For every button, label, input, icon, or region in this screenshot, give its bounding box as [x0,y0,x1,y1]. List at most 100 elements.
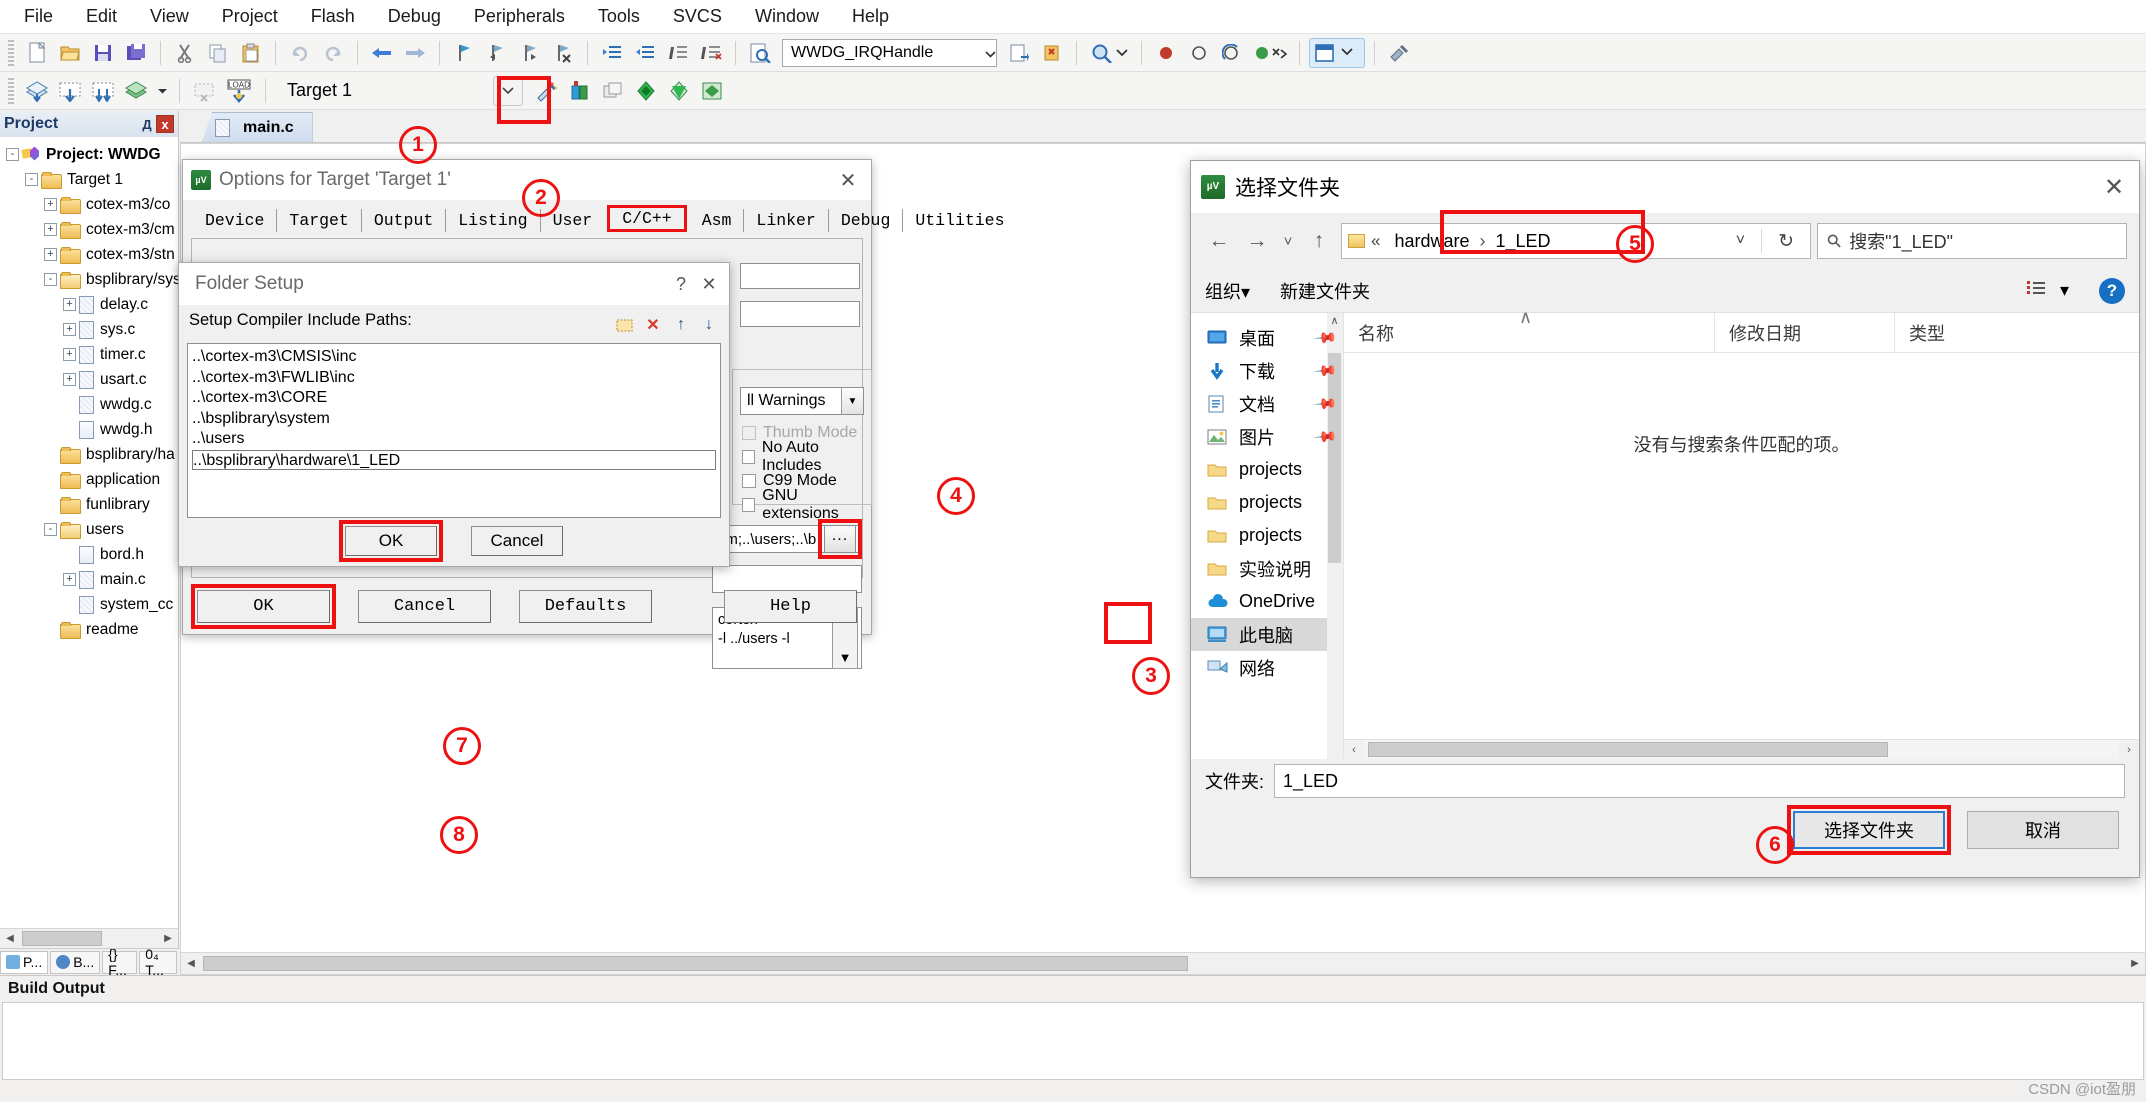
breadcrumb-bar[interactable]: « hardware › 1_LED ˅ ↻ [1341,223,1811,259]
list-item[interactable]: ..\users [192,429,720,450]
pin-icon[interactable]: Д [138,115,156,133]
breadcrumb-item-hardware[interactable]: hardware [1394,231,1469,252]
list-item[interactable]: ..\cortex-m3\CORE [192,388,720,409]
gnu-extensions-checkbox[interactable] [742,498,756,512]
nav-item-2[interactable]: 文档 📌 [1191,387,1343,420]
editor-scroll-left-icon[interactable]: ◀ [181,954,201,973]
view-mode-icon[interactable] [2026,279,2048,302]
tree-item[interactable]: wwdg.h [0,417,178,442]
cancel-button[interactable]: 取消 [1967,811,2119,849]
multi-project-icon[interactable] [598,76,628,106]
breadcrumb-dropdown-icon[interactable]: ˅ [1724,232,1757,250]
folder-setup-titlebar[interactable]: Folder Setup ? ✕ [179,263,729,305]
toolbar-grip[interactable] [8,39,14,66]
tree-expand-icon[interactable]: + [63,348,76,361]
batch-build-dropdown-icon[interactable] [154,76,170,106]
breadcrumb[interactable]: hardware › 1_LED [1384,229,1560,254]
breakpoint-kill-all-icon[interactable] [1250,38,1290,68]
tree-item[interactable]: + cotex-m3/co [0,192,178,217]
checkbox-row-no-auto-includes[interactable]: No Auto Includes [742,439,872,474]
tab-listing[interactable]: Listing [446,209,541,232]
menu-item-tools[interactable]: Tools [584,2,654,31]
tab-utilities[interactable]: Utilities [903,209,1016,232]
menu-item-view[interactable]: View [136,2,203,31]
tree-item[interactable]: + sys.c [0,317,178,342]
batch-build-icon[interactable] [121,76,151,106]
tree-expand-icon[interactable]: + [63,573,76,586]
new-file-icon[interactable] [22,38,52,68]
refresh-icon[interactable]: ↻ [1766,230,1806,253]
include-paths-browse-button[interactable]: ... [824,525,856,553]
bookmark-clear-icon[interactable] [548,38,578,68]
checkbox-row-gnu-extensions[interactable]: GNU extensions [742,487,872,522]
breakpoint-icon[interactable] [1151,38,1181,68]
download-icon[interactable]: LOAD [222,76,256,106]
target-combo[interactable]: Target 1 [275,77,490,105]
list-scroll-right-icon[interactable]: › [2119,740,2139,759]
list-scroll-left-icon[interactable]: ‹ [1344,740,1364,759]
tab-debug[interactable]: Debug [829,209,904,232]
window-layout-icon[interactable] [1309,37,1365,68]
translate-icon[interactable] [22,76,52,106]
zoom-icon[interactable] [1086,38,1132,68]
forward-icon[interactable]: → [1241,225,1273,257]
tree-item[interactable]: + timer.c [0,342,178,367]
folder-setup-ok-button[interactable]: OK [339,520,443,562]
column-header-modified[interactable]: 修改日期 [1714,313,1894,352]
tab-asm[interactable]: Asm [690,209,745,232]
nav-item-5[interactable]: projects [1191,486,1343,519]
stop-build-icon[interactable] [189,76,219,106]
target-options-3-icon[interactable] [697,76,727,106]
target-options-1-icon[interactable] [631,76,661,106]
cut-icon[interactable] [170,38,200,68]
list-hscroll-thumb[interactable] [1368,742,1888,757]
list-item[interactable]: ..\cortex-m3\FWLIB\inc [192,368,720,389]
breadcrumb-separator-icon[interactable]: › [1480,231,1486,252]
undo-icon[interactable] [285,38,315,68]
scroll-right-icon[interactable]: ▶ [158,929,178,948]
tab-c-cpp[interactable]: C/C++ [607,205,687,232]
redo-icon[interactable] [318,38,348,68]
tree-collapse-icon[interactable]: - [6,148,19,161]
list-item[interactable]: ..\cortex-m3\CMSIS\inc [192,347,720,368]
select-folder-button[interactable]: 选择文件夹 [1787,805,1951,855]
tree-item[interactable]: funlibrary [0,492,178,517]
new-folder-button[interactable]: 新建文件夹 [1280,278,1370,304]
include-paths-list[interactable]: ..\cortex-m3\CMSIS\inc ..\cortex-m3\FWLI… [187,343,721,518]
undefine-field[interactable] [740,301,860,327]
menu-item-flash[interactable]: Flash [297,2,369,31]
editor-scroll-right-icon[interactable]: ▶ [2125,954,2145,973]
thumb-mode-checkbox[interactable] [742,426,756,440]
no-auto-includes-checkbox[interactable] [742,450,755,464]
nav-scroll-thumb[interactable] [1328,353,1341,563]
manage-components-icon[interactable] [565,76,595,106]
nav-item-0[interactable]: 桌面 📌 [1191,321,1343,354]
uncomment-icon[interactable] [696,38,726,68]
select-folder-close-icon[interactable]: ✕ [2099,172,2129,202]
tab-books[interactable]: B... [50,950,101,974]
tree-item[interactable]: wwdg.c [0,392,178,417]
view-dropdown-icon[interactable]: ▾ [2060,280,2069,301]
nav-item-10[interactable]: 网络 [1191,651,1343,684]
options-cancel-button[interactable]: Cancel [358,589,491,623]
navigate-back-icon[interactable] [367,38,397,68]
bookmark-toggle-icon[interactable] [1037,38,1067,68]
insert-file-icon[interactable] [1004,38,1034,68]
options-defaults-button[interactable]: Defaults [519,589,652,623]
help-icon[interactable]: ? [667,270,695,298]
project-tree-hscrollbar[interactable]: ◀ ▶ [0,928,178,948]
organize-button[interactable]: 组织▾ [1205,278,1250,304]
options-ok-button[interactable]: OK [191,583,336,629]
tree-item[interactable]: readme [0,617,178,642]
search-input[interactable]: ⚲ 搜索"1_LED" [1817,223,2127,259]
tree-expand-icon[interactable]: + [44,248,57,261]
tree-expand-icon[interactable]: + [63,373,76,386]
menu-item-edit[interactable]: Edit [72,2,131,31]
tree-item[interactable]: + usart.c [0,367,178,392]
history-dropdown-icon[interactable]: ˅ [1279,225,1297,257]
paste-icon[interactable] [236,38,266,68]
column-header-type[interactable]: 类型 [1894,313,2139,352]
save-icon[interactable] [88,38,118,68]
back-icon[interactable]: ← [1203,225,1235,257]
nav-item-1[interactable]: 下载 📌 [1191,354,1343,387]
